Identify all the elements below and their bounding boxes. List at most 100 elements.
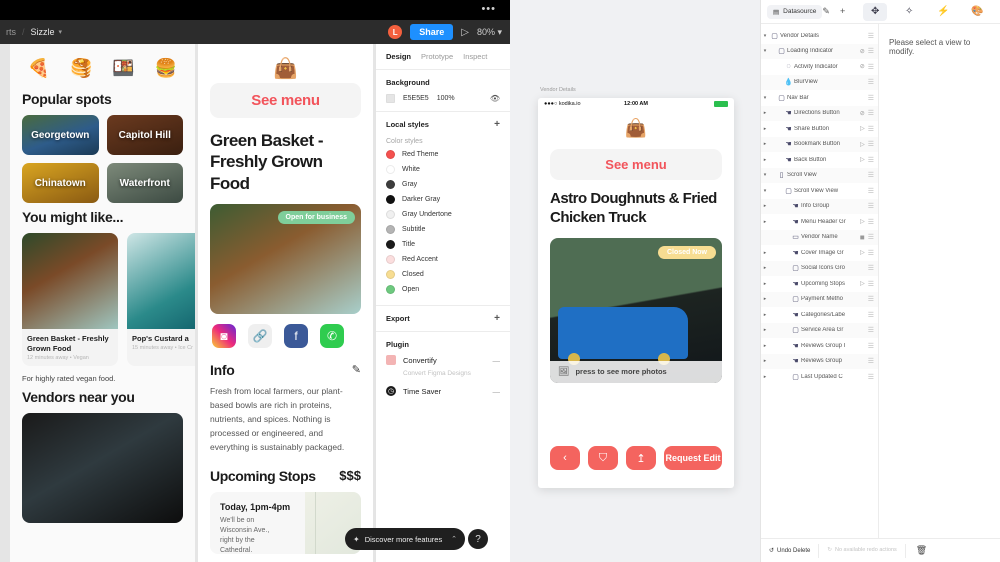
drag-handle-icon[interactable]: ☰: [868, 295, 874, 303]
see-menu-button[interactable]: See menu: [210, 83, 361, 118]
delete-button[interactable]: 🗑: [916, 545, 927, 556]
undo-button[interactable]: ↺ Undo Delete: [769, 547, 810, 555]
pencil-icon[interactable]: ✎: [822, 6, 830, 17]
disclosure-arrow-icon[interactable]: ▸: [761, 250, 769, 256]
drag-handle-icon[interactable]: ☰: [868, 63, 874, 71]
back-button[interactable]: ‹: [550, 446, 580, 470]
tab-prototype[interactable]: Prototype: [421, 52, 453, 61]
avatar[interactable]: L: [388, 25, 403, 39]
layer-row[interactable]: ▸ ☚ Menu Header Gr ▷ ☰: [761, 214, 878, 230]
disclosure-arrow-icon[interactable]: ▾: [761, 33, 769, 39]
zoom-level[interactable]: 80% ▾: [477, 27, 502, 38]
pancake-icon[interactable]: 🥞: [70, 58, 92, 79]
drag-handle-icon[interactable]: ☰: [868, 326, 874, 334]
layer-row[interactable]: ▭ Vendor Name ◼ ☰: [761, 229, 878, 245]
color-style-item[interactable]: Darker Gray: [376, 192, 510, 207]
frame-home[interactable]: 🍕 🥞 🍱 🍔 Popular spots Georgetown Capitol…: [10, 44, 195, 562]
layer-row[interactable]: ◌ Activity Indicator ⊘ ☰: [761, 59, 878, 75]
add-style-button[interactable]: +: [494, 119, 500, 129]
layer-row[interactable]: ▸ ☚ Cover Image Gr ▷ ☰: [761, 245, 878, 261]
layer-row[interactable]: ▸ ▢ Last Updated C ☰: [761, 369, 878, 385]
link-icon[interactable]: 🔗: [248, 323, 272, 348]
eye-icon[interactable]: 👁: [490, 94, 500, 103]
spot-card-chinatown[interactable]: Chinatown: [22, 163, 99, 203]
drag-handle-icon[interactable]: ☰: [868, 264, 874, 272]
layer-row[interactable]: 💧 BlurView ☰: [761, 74, 878, 90]
tab-inspect[interactable]: Inspect: [463, 52, 487, 61]
background-hex[interactable]: E5E5E5: [403, 95, 429, 102]
layer-meta-icon[interactable]: ⊘: [860, 63, 865, 70]
color-style-item[interactable]: Open: [376, 282, 510, 297]
disclosure-arrow-icon[interactable]: ▾: [761, 95, 769, 101]
layer-meta-icon[interactable]: ▷: [860, 280, 865, 287]
layer-row[interactable]: ▾ ▢ Vendor Details ☰: [761, 28, 878, 44]
breadcrumb-parent[interactable]: rts: [6, 27, 16, 37]
chevron-down-icon[interactable]: ▾: [59, 28, 63, 36]
layer-row[interactable]: ▸ ☚ Share Button ▷ ☰: [761, 121, 878, 137]
vendor-image[interactable]: [22, 413, 183, 524]
plugin-item-time-saver[interactable]: ◷ Time Saver —: [376, 382, 510, 400]
drag-handle-icon[interactable]: ☰: [868, 32, 874, 40]
stop-card[interactable]: Today, 1pm-4pm We'll be on Wisconsin Ave…: [210, 491, 361, 554]
share-button[interactable]: Share: [410, 24, 454, 40]
disclosure-arrow-icon[interactable]: ▸: [761, 343, 769, 349]
disclosure-arrow-icon[interactable]: ▾: [761, 188, 769, 194]
drag-handle-icon[interactable]: ☰: [868, 202, 874, 210]
disclosure-arrow-icon[interactable]: ▾: [761, 48, 769, 54]
disclosure-arrow-icon[interactable]: ▸: [761, 312, 769, 318]
layer-row[interactable]: ▸ ▢ Social Icons Gro ☰: [761, 260, 878, 276]
figma-canvas[interactable]: 🍕 🥞 🍱 🍔 Popular spots Georgetown Capitol…: [0, 44, 375, 562]
disclosure-arrow-icon[interactable]: ▸: [761, 296, 769, 302]
layer-row[interactable]: ▸ ☚ Upcoming Stops ▷ ☰: [761, 276, 878, 292]
color-style-item[interactable]: Subtitle: [376, 222, 510, 237]
cover-image[interactable]: Closed Now 🖼 press to see more photos: [550, 237, 722, 383]
layer-row[interactable]: ▸ ▢ Payment Metho ☰: [761, 291, 878, 307]
help-button[interactable]: ?: [468, 529, 488, 549]
bento-icon[interactable]: 🍱: [112, 58, 134, 79]
drag-handle-icon[interactable]: ☰: [868, 94, 874, 102]
disclosure-arrow-icon[interactable]: ▸: [761, 110, 769, 116]
bookmark-button[interactable]: ⛉: [588, 446, 618, 470]
disclosure-arrow-icon[interactable]: ▸: [761, 126, 769, 132]
layer-row[interactable]: ▸ ☚ Reviews Group ☰: [761, 353, 878, 369]
edit-icon[interactable]: ✎: [352, 363, 361, 376]
drag-handle-icon[interactable]: ☰: [868, 233, 874, 241]
drag-handle-icon[interactable]: ☰: [868, 311, 874, 319]
disclosure-arrow-icon[interactable]: ▸: [761, 327, 769, 333]
phone-preview[interactable]: ●●●○ kodika.io 12:00 AM 👜 See menu Astro…: [538, 98, 734, 488]
cover-image[interactable]: Open for business: [210, 203, 361, 314]
add-export-button[interactable]: +: [494, 313, 500, 323]
spot-card-waterfront[interactable]: Waterfront: [106, 163, 183, 203]
drag-handle-icon[interactable]: ☰: [868, 187, 874, 195]
color-style-item[interactable]: Gray: [376, 177, 510, 192]
facebook-icon[interactable]: f: [284, 323, 308, 348]
layer-row[interactable]: ▸ ☚ Directions Button ⊘ ☰: [761, 105, 878, 121]
drag-handle-icon[interactable]: ☰: [868, 140, 874, 148]
see-menu-button[interactable]: See menu: [550, 149, 722, 180]
layer-meta-icon[interactable]: ▷: [860, 125, 865, 132]
pizza-icon[interactable]: 🍕: [28, 58, 50, 79]
move-tool-icon[interactable]: ✥: [863, 2, 888, 21]
category-emoji-row[interactable]: 🍕 🥞 🍱 🍔: [10, 44, 195, 85]
color-style-item[interactable]: Red Accent: [376, 252, 510, 267]
spot-card-georgetown[interactable]: Georgetown: [22, 115, 99, 155]
layer-row[interactable]: ▸ ▢ Service Area Gr ☰: [761, 322, 878, 338]
discover-features-pill[interactable]: ✦ Discover more features ⌃: [345, 528, 465, 550]
disclosure-arrow-icon[interactable]: ▸: [761, 141, 769, 147]
layer-meta-icon[interactable]: ▷: [860, 141, 865, 148]
layer-row[interactable]: ▸ ☚ Info Group ☰: [761, 198, 878, 214]
layer-row[interactable]: ▸ ☚ Back Button ▷ ☰: [761, 152, 878, 168]
color-style-item[interactable]: Closed: [376, 267, 510, 282]
color-style-item[interactable]: Gray Undertone: [376, 207, 510, 222]
layer-meta-icon[interactable]: ▷: [860, 156, 865, 163]
layer-row[interactable]: ▸ ☚ Reviews Group I ☰: [761, 338, 878, 354]
disclosure-arrow-icon[interactable]: ▸: [761, 203, 769, 209]
remove-plugin-button[interactable]: —: [493, 387, 501, 396]
drag-handle-icon[interactable]: ☰: [868, 125, 874, 133]
disclosure-arrow-icon[interactable]: ▸: [761, 157, 769, 163]
color-swatch[interactable]: [386, 94, 395, 103]
layer-meta-icon[interactable]: ▷: [860, 249, 865, 256]
share-button[interactable]: ↥: [626, 446, 656, 470]
tab-design[interactable]: Design: [386, 52, 411, 61]
layer-meta-icon[interactable]: ⊘: [860, 48, 865, 55]
